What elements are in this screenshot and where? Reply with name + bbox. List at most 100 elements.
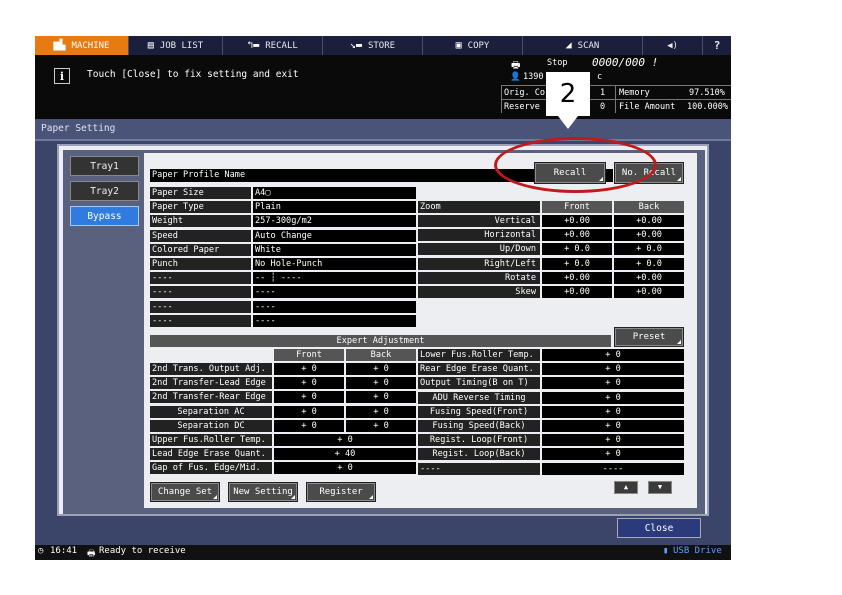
expert-back-value[interactable]: + 0	[346, 391, 416, 404]
tab-bypass[interactable]: Bypass	[70, 206, 139, 226]
divider	[501, 99, 731, 100]
stop-label: Stop	[547, 58, 568, 68]
tab-scan[interactable]: ◢ SCAN	[523, 36, 643, 55]
recall-icon: ↰▬	[247, 40, 260, 51]
paper-row-label: Colored Paper	[150, 243, 251, 256]
zoom-front-value[interactable]: + 0.0	[542, 243, 612, 256]
expert-value[interactable]: + 0	[542, 448, 684, 461]
expert-value[interactable]: + 0	[542, 349, 684, 361]
expert-back-value[interactable]: + 0	[346, 405, 416, 418]
paper-row-value[interactable]: ----	[253, 314, 416, 327]
expert-value[interactable]: + 0	[274, 434, 416, 446]
memory-label: Memory	[619, 88, 650, 98]
tab-copy[interactable]: ▣ COPY	[423, 36, 523, 55]
top-navigation: ▆▙ MACHINE ▤ JOB LIST ↰▬ RECALL ↘▬ STORE ▣ CO…	[35, 36, 731, 55]
expert-row-label: Output Timing(B on T)	[418, 377, 540, 390]
expert-back-value[interactable]: + 0	[346, 419, 416, 432]
expert-value[interactable]: + 0	[542, 363, 684, 376]
expert-row-label: Regist. Loop(Back)	[418, 448, 540, 461]
paper-row-value[interactable]: A4▢	[253, 187, 416, 199]
paper-row-value[interactable]: White	[253, 243, 416, 256]
file-amount-label: File Amount	[619, 102, 676, 112]
tab-tray2[interactable]: Tray2	[70, 181, 139, 201]
preset-button[interactable]: Preset	[614, 327, 684, 347]
paper-row-value[interactable]: Auto Change	[253, 229, 416, 242]
expert-value[interactable]: + 0	[274, 462, 416, 475]
paper-row-value[interactable]: ----	[253, 300, 416, 313]
store-icon: ↘▬	[349, 40, 362, 51]
expert-adjustment-title: Expert Adjustment	[150, 335, 611, 347]
paper-row-label: ----	[150, 314, 251, 327]
machine-icon: ▆▙	[53, 40, 66, 51]
expert-front-value[interactable]: + 0	[274, 363, 344, 375]
paper-row-value[interactable]: Plain	[253, 201, 416, 214]
expert-row-label: Fusing Speed(Back)	[418, 420, 540, 432]
zoom-back-header: Back	[614, 201, 684, 213]
expert-front-value[interactable]: + 0	[274, 419, 344, 432]
paper-row-value[interactable]: -- ┆ ----	[253, 272, 416, 285]
list-icon: ▤	[147, 40, 154, 51]
zoom-back-value[interactable]: +0.00	[614, 271, 684, 284]
expert-row-label: 2nd Transfer-Lead Edge	[150, 377, 272, 390]
zoom-front-value[interactable]: +0.00	[542, 215, 612, 227]
divider	[501, 85, 502, 113]
usb-drive-label: USB Drive	[673, 546, 722, 556]
job-counter: 0000/000 !	[592, 56, 659, 69]
user-icon: 👤	[510, 72, 521, 82]
callout-number: 2	[546, 72, 590, 116]
zoom-front-value[interactable]: +0.00	[542, 286, 612, 298]
zoom-back-value[interactable]: + 0.0	[614, 257, 684, 270]
expert-back-value[interactable]: + 0	[346, 377, 416, 390]
paper-row-value[interactable]: ----	[253, 286, 416, 299]
change-set-button[interactable]: Change Set	[150, 482, 220, 502]
copy-icon: ▣	[455, 40, 462, 51]
sound-button[interactable]: ◀)	[643, 36, 703, 55]
scroll-up-button[interactable]: ▲	[614, 481, 638, 494]
expert-front-value[interactable]: + 0	[274, 405, 344, 418]
divider	[501, 85, 731, 86]
register-button[interactable]: Register	[306, 482, 376, 502]
tab-job-list[interactable]: ▤ JOB LIST	[129, 36, 223, 55]
expert-value[interactable]: + 0	[542, 377, 684, 390]
speaker-icon: ◀)	[667, 40, 678, 51]
tab-tray1[interactable]: Tray1	[70, 156, 139, 176]
expert-row-label: Separation DC	[150, 419, 272, 432]
tab-machine[interactable]: ▆▙ MACHINE	[35, 36, 129, 55]
zoom-back-value[interactable]: + 0.0	[614, 243, 684, 256]
expert-front-value[interactable]: + 0	[274, 391, 344, 404]
zoom-front-value[interactable]: + 0.0	[542, 257, 612, 270]
expert-value[interactable]: + 0	[542, 405, 684, 418]
tab-recall[interactable]: ↰▬ RECALL	[223, 36, 323, 55]
zoom-row-label: Horizontal	[418, 229, 540, 242]
triangle-down-icon: ▼	[657, 483, 663, 491]
scroll-down-button[interactable]: ▼	[648, 481, 672, 494]
zoom-front-value[interactable]: +0.00	[542, 229, 612, 242]
triangle-up-icon: ▲	[623, 483, 629, 491]
new-setting-button[interactable]: New Setting	[228, 482, 298, 502]
expert-row-label: Regist. Loop(Front)	[418, 434, 540, 447]
expert-value[interactable]: + 0	[542, 420, 684, 432]
zoom-back-value[interactable]: +0.00	[614, 286, 684, 298]
clock-time: 16:41	[50, 546, 78, 556]
callout-arrow-icon	[558, 116, 578, 129]
info-icon: i	[54, 68, 70, 84]
tab-store[interactable]: ↘▬ STORE	[323, 36, 423, 55]
expert-row-label: ADU Reverse Timing	[418, 391, 540, 404]
expert-value[interactable]: ----	[542, 462, 684, 475]
expert-front-value[interactable]: + 0	[274, 377, 344, 390]
close-button[interactable]: Close	[617, 518, 701, 538]
expert-value[interactable]: + 0	[542, 434, 684, 447]
paper-row-label: ----	[150, 300, 251, 313]
expert-front-header: Front	[274, 349, 344, 361]
expert-back-value[interactable]: + 0	[346, 363, 416, 375]
clock-icon: ◷	[38, 546, 44, 556]
zoom-back-value[interactable]: +0.00	[614, 229, 684, 242]
zoom-front-value[interactable]: +0.00	[542, 271, 612, 284]
help-button[interactable]: ?	[703, 36, 731, 55]
expert-value[interactable]: + 40	[274, 448, 416, 461]
zoom-back-value[interactable]: +0.00	[614, 215, 684, 227]
paper-row-value[interactable]: 257-300g/m2	[253, 215, 416, 228]
expert-value[interactable]: + 0	[542, 391, 684, 404]
paper-row-value[interactable]: No Hole-Punch	[253, 258, 416, 270]
paper-row-label: Speed	[150, 229, 251, 242]
